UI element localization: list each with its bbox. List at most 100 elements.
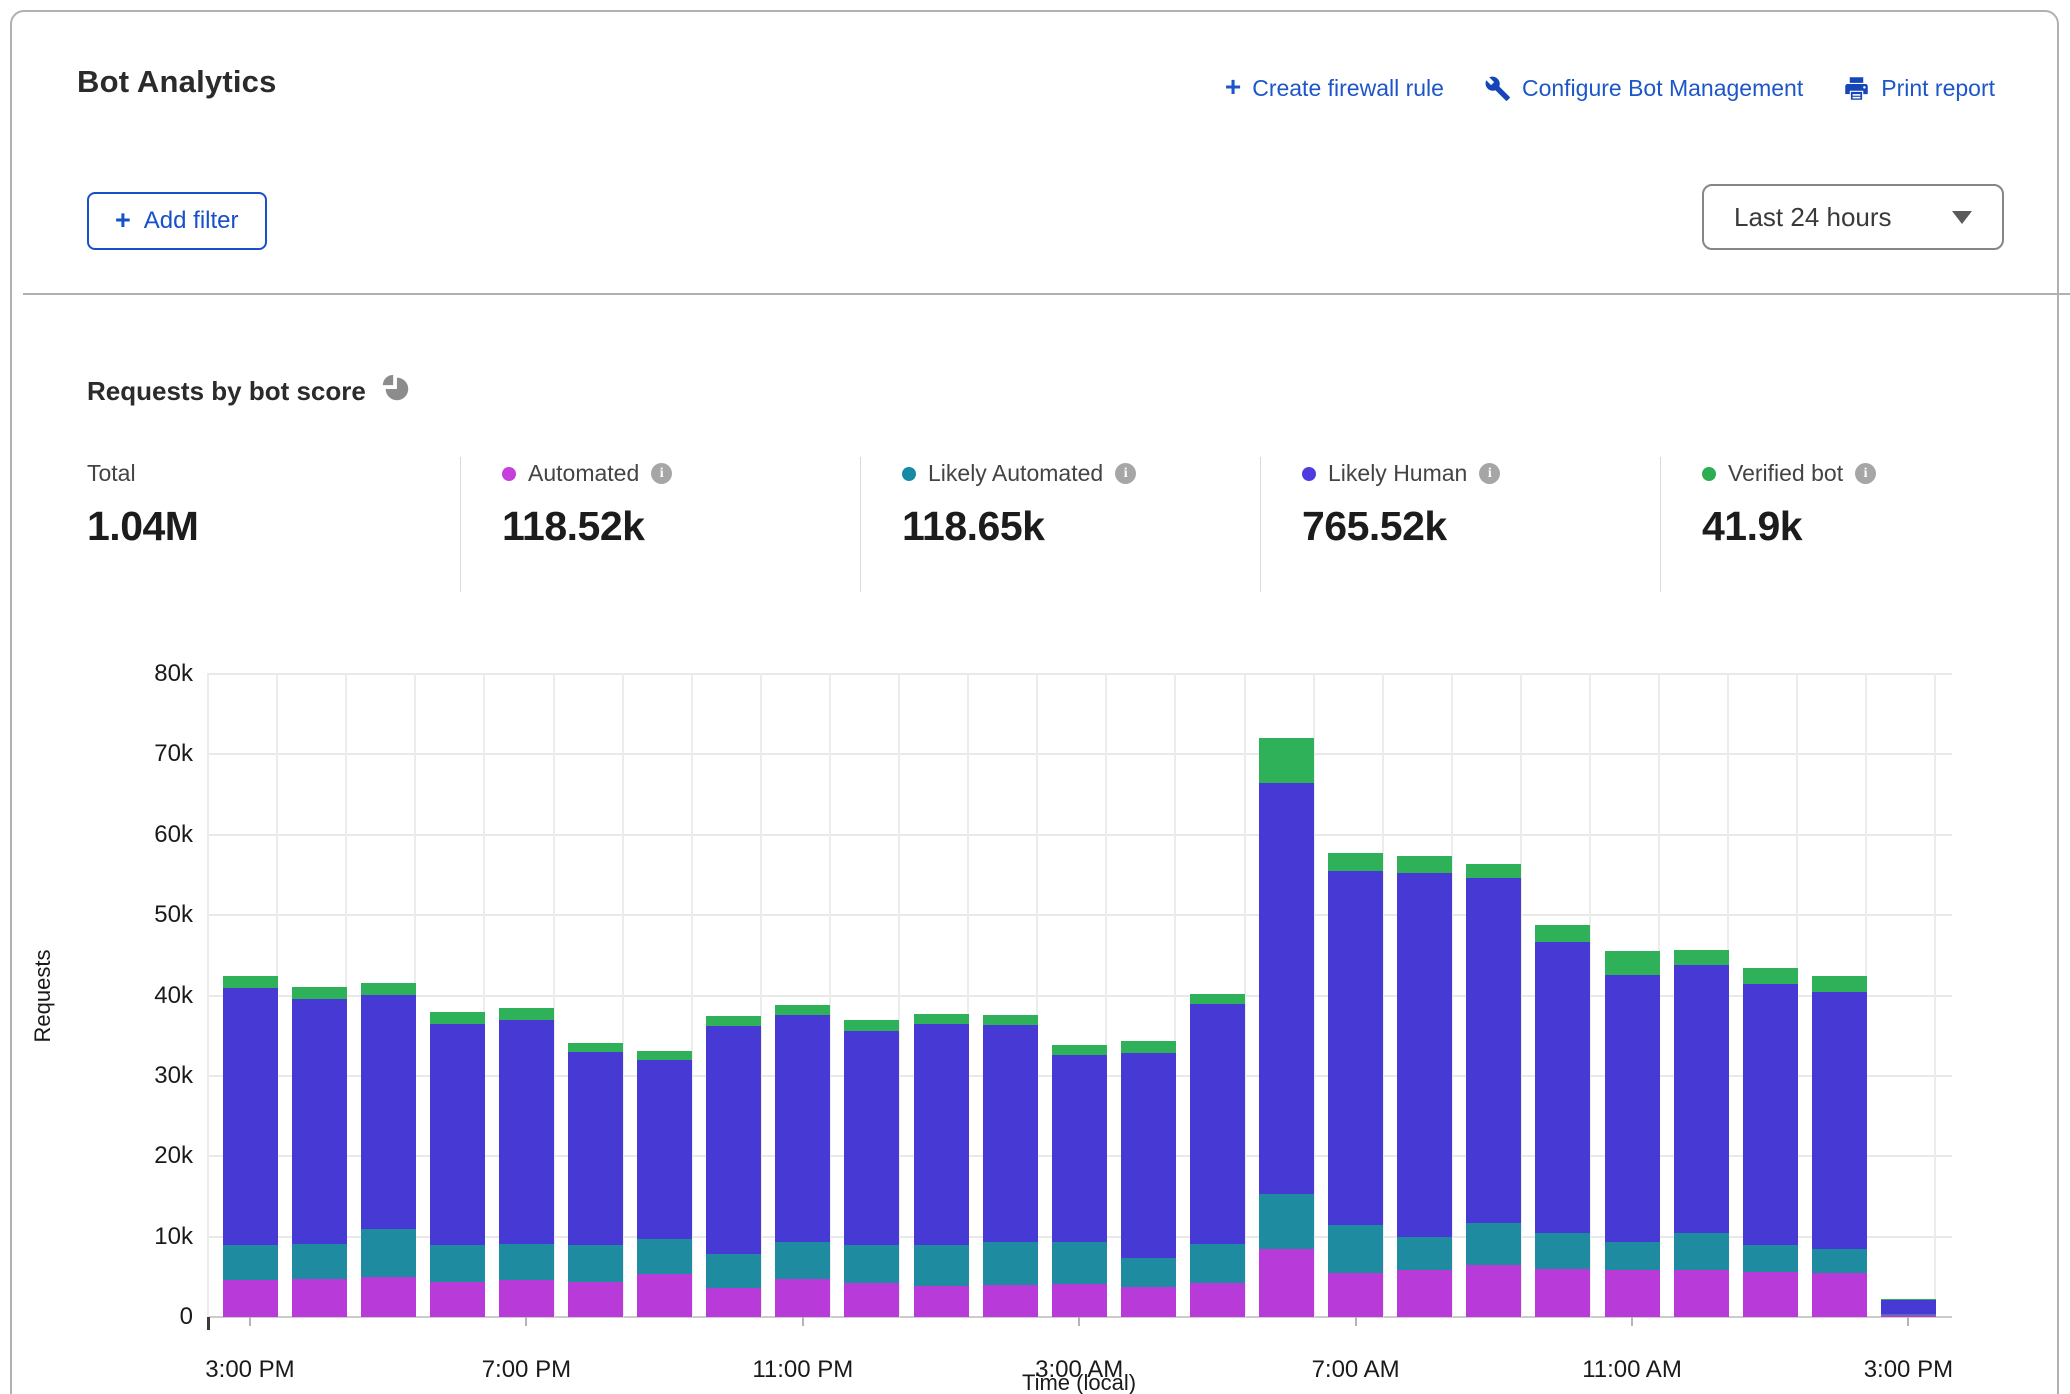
bar-1-00-am xyxy=(914,1014,969,1317)
segment-automated xyxy=(1397,1270,1452,1317)
segment-likely-human xyxy=(844,1031,899,1245)
stat-likely-automated-label: Likely Automated xyxy=(928,460,1103,487)
plus-icon: + xyxy=(115,207,131,234)
bar-1-00-pm xyxy=(1743,968,1798,1317)
info-icon[interactable]: i xyxy=(1479,463,1500,484)
info-icon[interactable]: i xyxy=(1855,463,1876,484)
y-tick-label: 60k xyxy=(115,821,193,849)
y-tick-label: 0 xyxy=(115,1303,193,1331)
stat-divider xyxy=(860,457,861,592)
configure-bot-management-link[interactable]: Configure Bot Management xyxy=(1484,75,1803,102)
segment-verified-bot xyxy=(1743,968,1798,984)
segment-verified-bot xyxy=(499,1008,554,1020)
segment-automated xyxy=(1052,1284,1107,1317)
segment-automated xyxy=(1466,1265,1521,1317)
x-tick-label: 3:00 PM xyxy=(170,1356,330,1384)
segment-verified-bot xyxy=(223,976,278,988)
likely-human-dot xyxy=(1302,467,1316,481)
y-tick-label: 20k xyxy=(115,1142,193,1170)
segment-likely-automated xyxy=(430,1245,485,1283)
segment-automated xyxy=(1743,1272,1798,1317)
segment-likely-automated xyxy=(223,1245,278,1280)
bar-5-00-pm xyxy=(361,983,416,1317)
axis-origin-tick xyxy=(207,1317,210,1330)
bar-11-00-am xyxy=(1605,951,1660,1317)
segment-verified-bot xyxy=(914,1014,969,1024)
bar-10-00-pm xyxy=(706,1016,761,1317)
segment-likely-automated xyxy=(292,1244,347,1279)
header-actions: + Create firewall rule Configure Bot Man… xyxy=(1225,74,1995,102)
printer-icon xyxy=(1843,75,1870,102)
segment-automated xyxy=(1674,1270,1729,1317)
segment-automated xyxy=(1259,1249,1314,1317)
segment-likely-automated xyxy=(1535,1233,1590,1269)
segment-likely-automated xyxy=(1328,1225,1383,1273)
bar-9-00-pm xyxy=(637,1051,692,1317)
bar-2-00-pm xyxy=(1812,976,1867,1317)
stat-verified-bot-label: Verified bot xyxy=(1728,460,1843,487)
segment-likely-human xyxy=(430,1024,485,1245)
segment-likely-human xyxy=(775,1015,830,1242)
bar-8-00-am xyxy=(1397,856,1452,1317)
stat-divider xyxy=(1260,457,1261,592)
segment-verified-bot xyxy=(292,987,347,998)
segment-likely-automated xyxy=(1674,1233,1729,1270)
segment-likely-human xyxy=(1812,992,1867,1248)
x-tick xyxy=(525,1317,527,1326)
segment-automated xyxy=(499,1280,554,1317)
requests-by-bot-score-chart: Requests Time (local) 010k20k30k40k50k60… xyxy=(207,674,1952,1317)
segment-verified-bot xyxy=(775,1005,830,1015)
segment-likely-human xyxy=(1881,1300,1936,1314)
segment-likely-automated xyxy=(914,1245,969,1286)
stat-verified-bot-value: 41.9k xyxy=(1702,503,1876,550)
likely-automated-dot xyxy=(902,467,916,481)
segment-verified-bot xyxy=(1397,856,1452,873)
bar-8-00-pm xyxy=(568,1043,623,1317)
segment-likely-human xyxy=(1052,1055,1107,1242)
segment-likely-human xyxy=(914,1024,969,1244)
segment-automated xyxy=(1121,1287,1176,1317)
stat-likely-human-value: 765.52k xyxy=(1302,503,1500,550)
stat-divider xyxy=(1660,457,1661,592)
info-icon[interactable]: i xyxy=(1115,463,1136,484)
segment-likely-human xyxy=(499,1020,554,1243)
segment-likely-automated xyxy=(1605,1242,1660,1270)
segment-automated xyxy=(361,1277,416,1317)
segment-automated xyxy=(1190,1283,1245,1317)
segment-automated xyxy=(568,1282,623,1317)
x-tick-label: 7:00 AM xyxy=(1276,1356,1436,1384)
segment-verified-bot xyxy=(637,1051,692,1060)
info-icon[interactable]: i xyxy=(651,463,672,484)
stat-automated: Automated i 118.52k xyxy=(502,460,672,550)
add-filter-button[interactable]: + Add filter xyxy=(87,192,267,250)
plus-icon: + xyxy=(1225,73,1241,101)
y-tick-label: 50k xyxy=(115,901,193,929)
segment-likely-automated xyxy=(1397,1237,1452,1271)
segment-likely-automated xyxy=(499,1244,554,1280)
segment-likely-human xyxy=(706,1026,761,1254)
segment-likely-human xyxy=(1259,783,1314,1195)
segment-automated xyxy=(430,1282,485,1317)
segment-likely-human xyxy=(292,999,347,1244)
segment-likely-human xyxy=(1743,984,1798,1245)
gridline xyxy=(207,834,1952,836)
y-tick-label: 40k xyxy=(115,982,193,1010)
segment-likely-human xyxy=(1190,1004,1245,1244)
x-tick xyxy=(1631,1317,1633,1326)
automated-dot xyxy=(502,467,516,481)
segment-verified-bot xyxy=(844,1020,899,1031)
x-tick xyxy=(1078,1317,1080,1326)
segment-likely-human xyxy=(1328,871,1383,1225)
segment-automated xyxy=(706,1288,761,1317)
segment-automated xyxy=(1605,1270,1660,1317)
segment-likely-human xyxy=(1397,873,1452,1237)
y-tick-label: 10k xyxy=(115,1223,193,1251)
print-report-link[interactable]: Print report xyxy=(1843,75,1995,102)
segment-automated xyxy=(292,1279,347,1317)
segment-likely-automated xyxy=(1052,1242,1107,1284)
header-divider xyxy=(23,293,2070,295)
create-firewall-rule-link[interactable]: + Create firewall rule xyxy=(1225,74,1444,102)
time-range-select[interactable]: Last 24 hours xyxy=(1702,184,2004,250)
segment-likely-human xyxy=(568,1052,623,1246)
segment-likely-automated xyxy=(844,1245,899,1284)
